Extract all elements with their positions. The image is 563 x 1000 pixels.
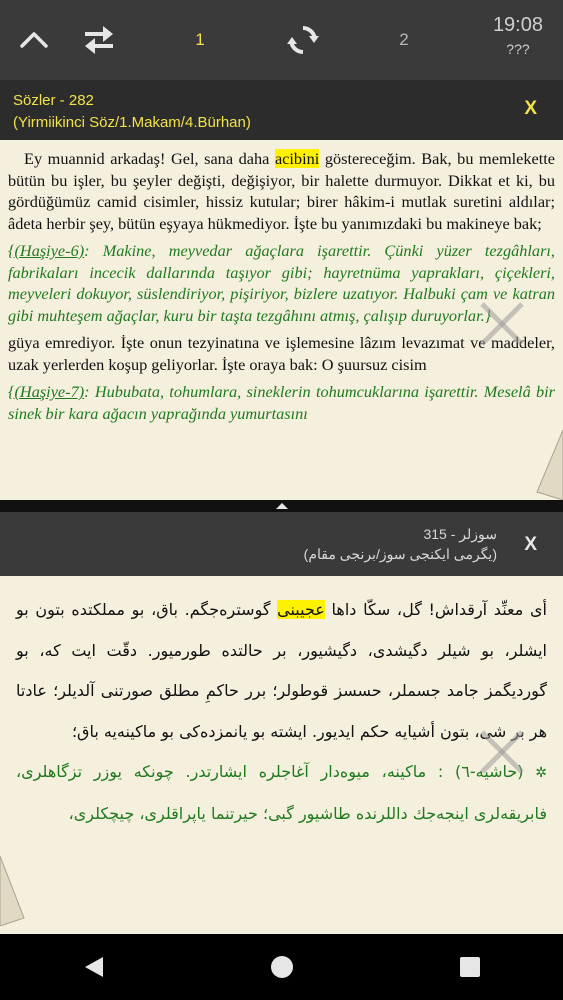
ottoman-p1-after: گوستره‌جگم. باق، بو مملكتده بتون بو ايشل… [16,600,547,741]
pane-divider-handle[interactable] [0,500,563,512]
footnote-7-ref[interactable]: {(Haşiye-7) [8,382,84,401]
close-overlay-x-icon-2[interactable] [478,728,526,776]
footnote-6: {(Haşiye-6): Makine, meyvedar ağaçlara i… [8,240,555,326]
collapse-chevron-up-icon[interactable] [14,0,54,80]
latin-pane-title: Sözler - 282 [13,92,94,109]
ottoman-pane-subtitle: (يگرمى ايكنجى سوز/برنجى مقام) [303,546,497,562]
latin-pane-header: Sözler - 282 (Yirmiikinci Söz/1.Makam/4.… [0,80,563,140]
footnote-7: {(Haşiye-7): Hububata, tohumlara, sinekl… [8,381,555,424]
latin-paragraph-2: güya emrediyor. İşte onun tezyinatına ve… [8,333,555,374]
footnote-6-text: : Makine, meyvedar ağaçlara işarettir. Ç… [8,241,555,325]
clock-subtext: ??? [506,41,530,57]
ottoman-search-highlight: عجيبنى [277,600,325,619]
search-highlight: acibini [274,149,320,168]
ottoman-pane-title: سوزلر - 315 [423,526,497,542]
footnote-7-text: : Hububata, tohumlara, sineklerin tohumc… [8,382,555,423]
ottoman-text-body: أى معنِّد آرقداش! گل، سكّا داها عجيبنى گ… [16,590,547,834]
ottoman-pane-close-button[interactable]: X [524,534,537,556]
page-number-other[interactable]: 2 [390,0,418,80]
page-number-active-label: 1 [195,30,205,49]
footnote-6-ref[interactable]: {(Haşiye-6) [8,241,84,260]
nav-recents-icon[interactable] [459,956,481,978]
latin-pane-close-button[interactable]: X [524,98,537,120]
divider-arrow-up-icon [275,503,288,509]
clock-time: 19:08 [492,14,543,36]
page-curl-left-icon[interactable] [0,856,26,926]
swap-arrows-icon[interactable] [78,0,120,80]
system-nav-bar [0,934,563,1000]
ottoman-p1-before: أى معنِّد آرقداش! گل، سكّا داها [324,600,547,619]
latin-paragraph-1: Ey muannid arkadaş! Gel, sana daha acibi… [8,148,555,234]
nav-home-icon[interactable] [270,955,294,979]
page-number-other-label: 2 [399,30,409,49]
latin-text-body: Ey muannid arkadaş! Gel, sana daha acibi… [8,148,555,430]
ottoman-footnote-6: ✲ (حاشيه-٦) : ماكينه، ميوه‌دار آغاجلره ا… [16,752,547,834]
latin-text-pane[interactable]: Ey muannid arkadaş! Gel, sana daha acibi… [0,140,563,500]
ottoman-pane-header: سوزلر - 315 (يگرمى ايكنجى سوز/برنجى مقام… [0,512,563,576]
close-overlay-x-icon[interactable] [478,300,526,348]
latin-pane-subtitle: (Yirmiikinci Söz/1.Makam/4.Bürhan) [13,114,251,131]
sync-refresh-icon[interactable] [282,0,324,80]
status-clock: 19:08 ??? [493,14,543,57]
ottoman-text-pane[interactable]: أى معنِّد آرقداش! گل، سكّا داها عجيبنى گ… [0,576,563,934]
ottoman-paragraph-1: أى معنِّد آرقداش! گل، سكّا داها عجيبنى گ… [16,590,547,752]
nav-back-icon[interactable] [83,955,105,979]
top-toolbar: 1 2 19:08 ??? [0,0,563,80]
footnote-marker-icon: ✲ [535,765,547,781]
ottoman-footnote-6-text: (حاشيه-٦) : ماكينه، ميوه‌دار آغاجلره ايش… [16,762,547,823]
page-curl-icon[interactable] [535,430,563,500]
page-number-active[interactable]: 1 [186,0,214,80]
latin-p1-before: Ey muannid arkadaş! Gel, sana daha [24,149,275,168]
